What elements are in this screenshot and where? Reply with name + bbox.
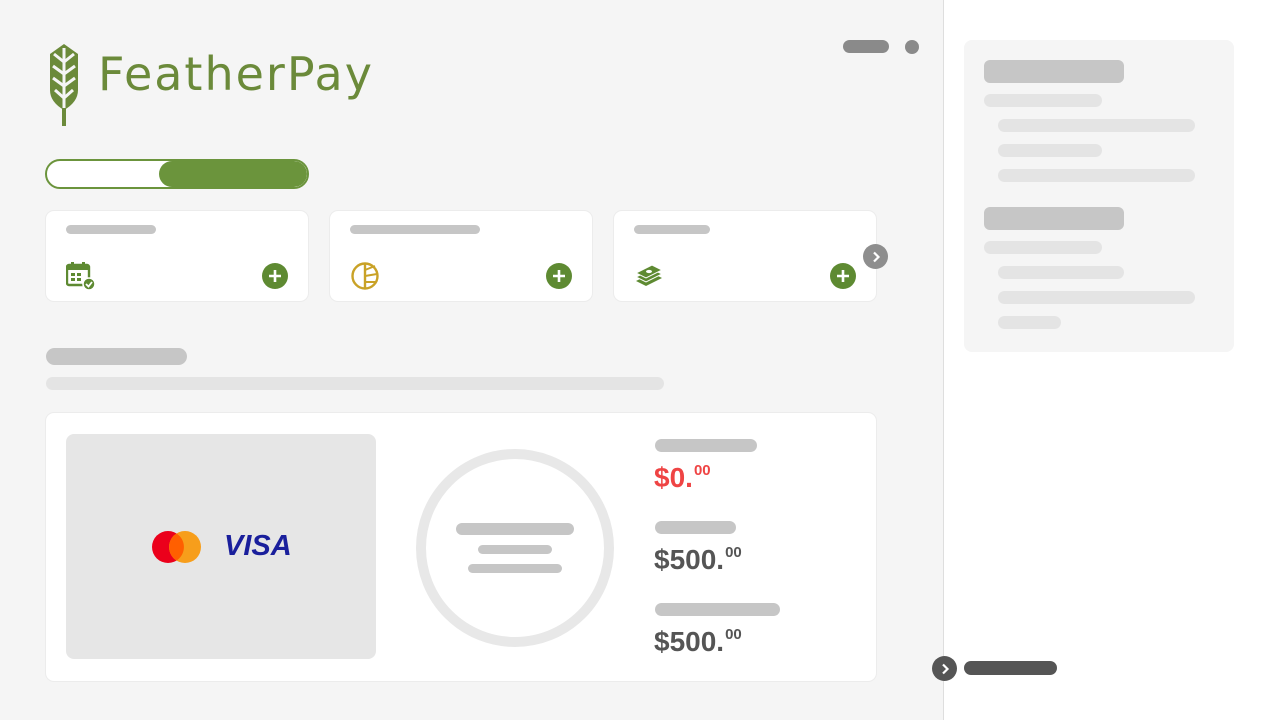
sidebar-heading-placeholder <box>984 60 1124 83</box>
view-toggle[interactable] <box>45 159 309 189</box>
chevron-right-icon <box>941 663 949 674</box>
quick-action-card-budget[interactable] <box>330 211 592 301</box>
cards-next-button[interactable] <box>863 244 888 269</box>
visa-logo-icon: VISA <box>224 530 292 562</box>
ring-text-placeholder <box>468 564 562 573</box>
header-menu-placeholder[interactable] <box>843 40 889 53</box>
feather-logo-icon <box>50 44 78 126</box>
card-title-placeholder <box>66 225 156 234</box>
sidebar-line-placeholder <box>998 119 1195 132</box>
add-button[interactable] <box>262 263 288 289</box>
toggle-knob <box>159 161 307 187</box>
header-dot-button[interactable] <box>905 40 919 54</box>
brand-name: FeatherPay <box>98 47 374 101</box>
ring-text-placeholder <box>456 523 574 535</box>
pie-chart-icon <box>351 262 379 290</box>
money-stack-icon <box>634 264 664 286</box>
summary-ring <box>416 449 614 647</box>
balance-amount: $500.00 <box>654 544 742 575</box>
calendar-check-icon <box>66 262 96 291</box>
plus-icon <box>837 270 849 282</box>
sidebar-toggle-label-placeholder[interactable] <box>964 661 1057 675</box>
payment-card-area[interactable]: VISA <box>66 434 376 659</box>
plus-icon <box>553 270 565 282</box>
sidebar-toggle-button[interactable] <box>932 656 957 681</box>
ring-text-placeholder <box>478 545 552 554</box>
balance-label-placeholder <box>655 521 736 534</box>
quick-action-card-funds[interactable] <box>614 211 876 301</box>
sidebar-content-card <box>964 40 1234 352</box>
sidebar-line-placeholder <box>984 94 1102 107</box>
sidebar-line-placeholder <box>998 169 1195 182</box>
add-button[interactable] <box>546 263 572 289</box>
add-button[interactable] <box>830 263 856 289</box>
sidebar-line-placeholder <box>998 266 1124 279</box>
card-title-placeholder <box>350 225 480 234</box>
sidebar-line-placeholder <box>998 316 1061 329</box>
section-title-placeholder <box>46 348 187 365</box>
plus-icon <box>269 270 281 282</box>
card-title-placeholder <box>634 225 710 234</box>
mastercard-logo-icon <box>152 531 201 563</box>
sidebar-heading-placeholder <box>984 207 1124 230</box>
balance-amount: $0.00 <box>654 462 711 493</box>
quick-action-card-schedule[interactable] <box>46 211 308 301</box>
sidebar-line-placeholder <box>998 144 1102 157</box>
balance-label-placeholder <box>655 439 757 452</box>
section-subtitle-placeholder <box>46 377 664 390</box>
balance-label-placeholder <box>655 603 780 616</box>
chevron-right-icon <box>872 251 880 262</box>
sidebar-line-placeholder <box>984 241 1102 254</box>
balance-amount: $500.00 <box>654 626 742 657</box>
sidebar-line-placeholder <box>998 291 1195 304</box>
